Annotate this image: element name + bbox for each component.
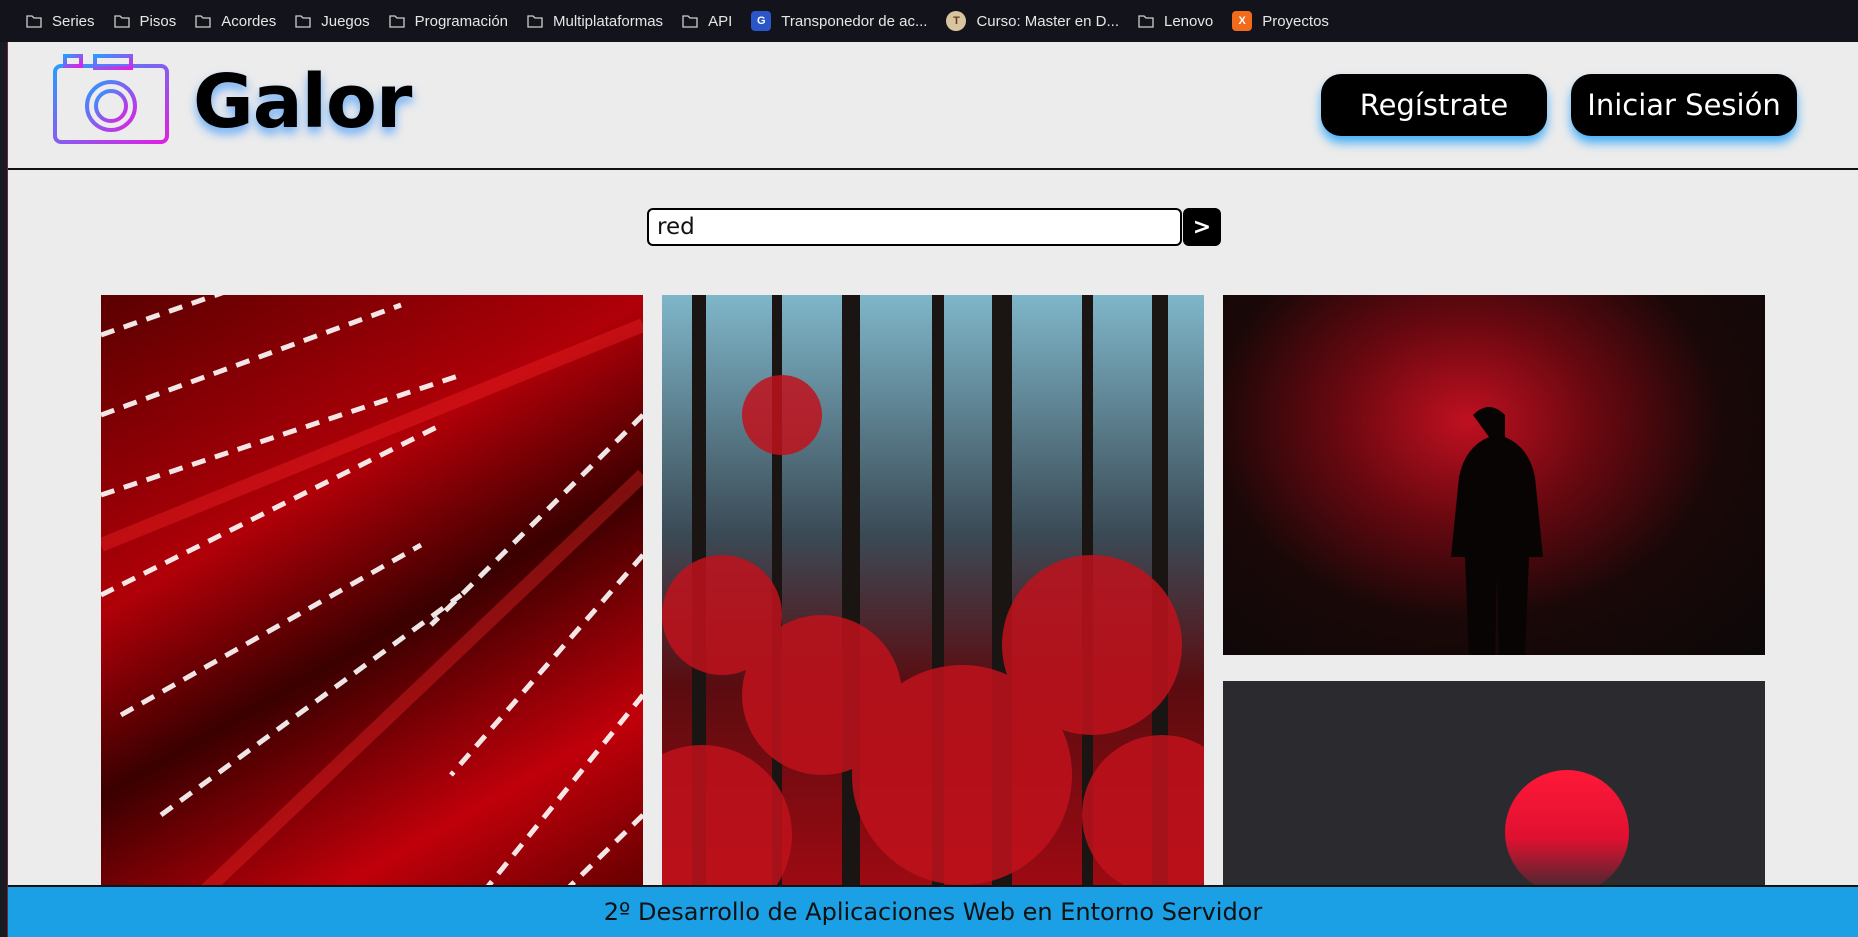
bookmark-series[interactable]: Series <box>26 13 95 30</box>
search-submit-button[interactable]: > <box>1183 208 1221 246</box>
folder-icon <box>682 14 698 28</box>
folder-icon <box>388 14 405 28</box>
bookmark-label: Proyectos <box>1262 12 1329 30</box>
bookmark-pisos[interactable]: Pisos <box>113 12 177 30</box>
bookmark-api[interactable]: API <box>682 13 732 30</box>
photo-red-forest[interactable] <box>662 295 1204 895</box>
bookmarks-bar: Series Pisos Acordes Juegos Programación… <box>0 0 1858 42</box>
photo-red-smoke-silhouette[interactable] <box>1223 295 1765 655</box>
logo[interactable]: Galor <box>51 52 412 152</box>
bookmark-label: API <box>708 12 733 30</box>
bookmark-acordes[interactable]: Acordes <box>195 13 276 30</box>
camera-icon <box>51 52 171 152</box>
bookmark-lenovo[interactable]: Lenovo <box>1138 13 1213 30</box>
bookmark-label: Series <box>52 12 95 30</box>
bookmark-label: Acordes <box>221 12 277 30</box>
transponedor-site-icon: G <box>751 11 772 31</box>
bookmark-label: Juegos <box>321 12 370 30</box>
photo-red-lasers-image <box>101 295 643 895</box>
folder-icon <box>26 14 42 28</box>
xampp-site-icon: X <box>1232 11 1253 31</box>
bookmark-label: Programación <box>414 12 509 30</box>
footer-text: 2º Desarrollo de Aplicaciones Web en Ent… <box>603 898 1263 926</box>
bookmark-label: Curso: Master en D... <box>976 12 1119 30</box>
folder-icon <box>113 14 130 28</box>
curso-site-icon: T <box>946 11 967 31</box>
bookmark-label: Lenovo <box>1164 12 1214 30</box>
bookmark-transponedor[interactable]: G Transponedor de ac... <box>751 11 927 31</box>
folder-icon <box>527 14 543 28</box>
folder-icon <box>195 14 211 28</box>
site-header: Galor Regístrate Iniciar Sesión <box>8 42 1858 170</box>
bookmark-juegos[interactable]: Juegos <box>295 12 370 30</box>
logo-text: Galor <box>193 59 412 145</box>
site-footer: 2º Desarrollo de Aplicaciones Web en Ent… <box>8 885 1858 937</box>
bookmark-multiplataformas[interactable]: Multiplataformas <box>527 13 663 30</box>
page: Galor Regístrate Iniciar Sesión > <box>7 42 1858 937</box>
bookmark-proyectos[interactable]: X Proyectos <box>1232 11 1329 31</box>
bookmark-curso[interactable]: T Curso: Master en D... <box>946 11 1119 31</box>
bookmark-programacion[interactable]: Programación <box>388 12 509 30</box>
folder-icon <box>295 14 311 28</box>
bookmark-label: Multiplataformas <box>553 12 664 30</box>
photo-red-lasers[interactable] <box>101 295 643 895</box>
photo-red-sphere[interactable] <box>1223 681 1765 901</box>
photo-red-forest-image <box>662 295 1204 895</box>
bookmark-label: Transponedor de ac... <box>781 12 928 30</box>
photo-red-smoke-silhouette-image <box>1451 407 1543 655</box>
search-input[interactable] <box>647 208 1182 246</box>
search-bar: > <box>647 208 1221 246</box>
login-button[interactable]: Iniciar Sesión <box>1571 74 1797 136</box>
bookmark-label: Pisos <box>139 12 177 30</box>
register-button[interactable]: Regístrate <box>1321 74 1547 136</box>
folder-icon <box>1138 14 1154 28</box>
photo-red-sphere-image <box>1505 770 1629 894</box>
